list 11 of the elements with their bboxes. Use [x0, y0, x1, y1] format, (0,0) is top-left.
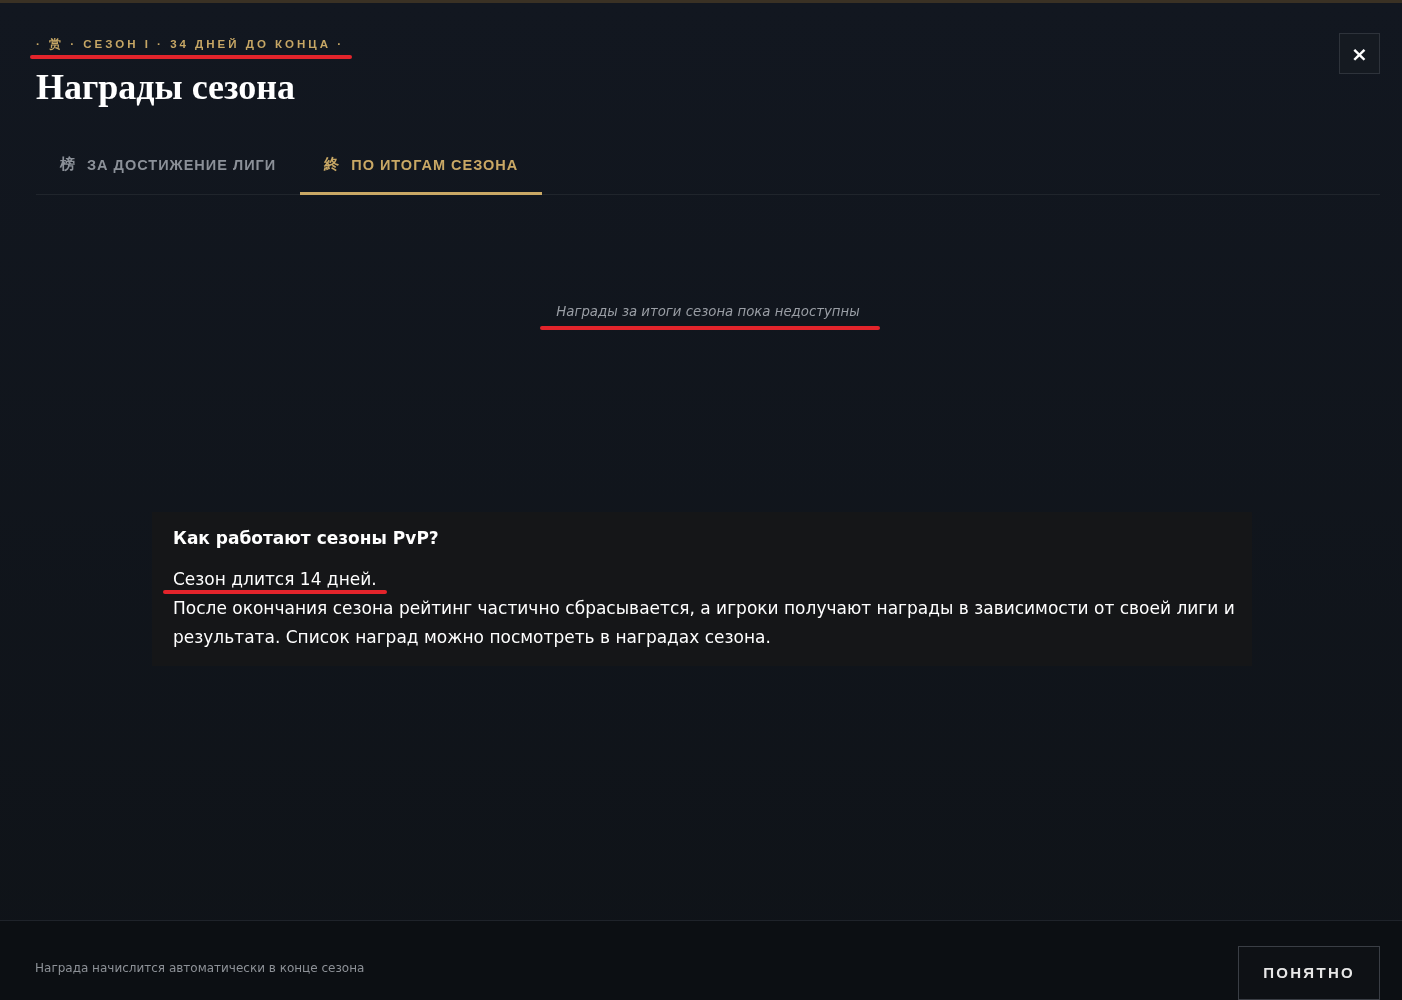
- tab[interactable]: 榜 ЗА ДОСТИЖЕНИЕ ЛИГИ: [36, 137, 301, 195]
- info-text: После окончания сезона рейтинг частично сбрасывается, а игроки получают награды в зависимости от своей лиги и результата. Список наград можно посмотреть в наградах сезона.: [173, 598, 1235, 647]
- tab[interactable]: 終 ПО ИТОГАМ СЕЗОНА: [300, 137, 543, 195]
- footer-note: Награда начислится автоматически в конце сезона: [35, 961, 365, 975]
- info-heading: Как работают сезоны PvP?: [173, 528, 440, 548]
- info-text: Сезон длится 14 дней.: [173, 569, 377, 589]
- empty-message: Награды за итоги сезона пока недоступны: [556, 304, 860, 319]
- dialog-title: Награды сезона: [36, 67, 297, 107]
- ok-button[interactable]: ПОНЯТНО: [1238, 945, 1380, 1000]
- season-label: · 赏 · СЕЗОН I · 34 ДНЕЙ ДО КОНЦА ·: [36, 38, 345, 50]
- close-button[interactable]: ×: [1339, 33, 1380, 74]
